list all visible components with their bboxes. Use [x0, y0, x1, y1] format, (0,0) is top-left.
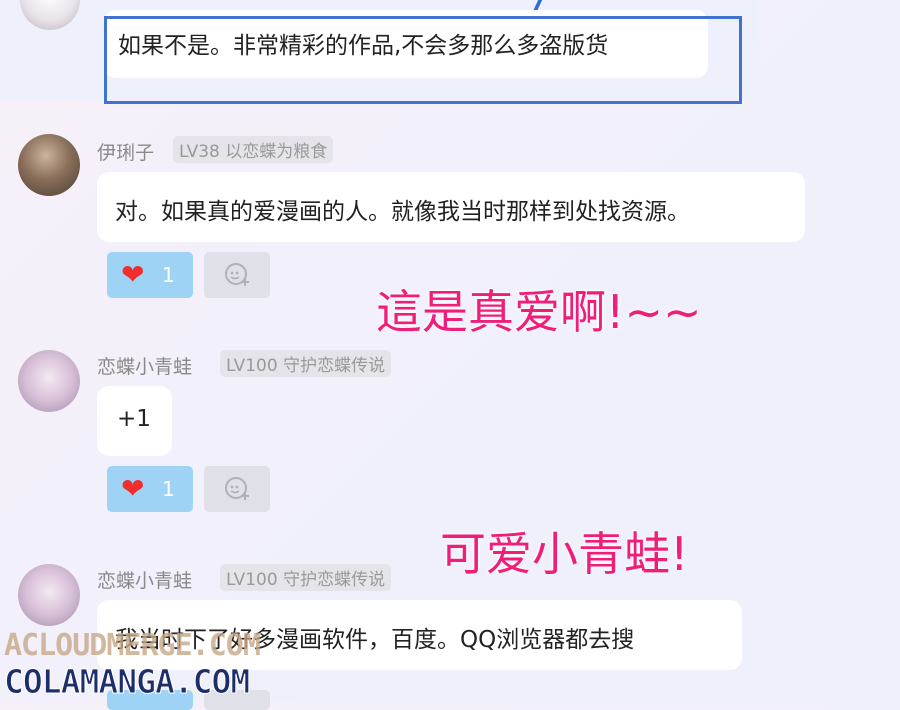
like-count: 1: [162, 477, 175, 501]
reply-button[interactable]: [204, 466, 270, 512]
username[interactable]: 伊琍子: [97, 138, 154, 165]
comment-plus-icon: [225, 477, 249, 500]
annotation-text: 這是真爱啊!~~: [376, 285, 702, 339]
username[interactable]: 恋蝶小青蛙: [97, 352, 192, 379]
annotation-text: 可爱小青蛙!: [440, 527, 689, 581]
comment-text: 对。如果真的爱漫画的人。就像我当时那样到处找资源。: [115, 199, 690, 225]
level-badge: LV100 守护恋蝶传说: [220, 564, 392, 591]
highlight-box: [104, 16, 742, 104]
username[interactable]: 恋蝶小青蛙: [97, 566, 192, 593]
level-badge: LV100 守护恋蝶传说: [220, 350, 392, 377]
avatar[interactable]: [20, 0, 80, 30]
comment-bubble: 对。如果真的爱漫画的人。就像我当时那样到处找资源。: [97, 172, 805, 242]
top-comment-panel: 如果不是。非常精彩的作品,不会多那么多盗版货: [0, 0, 758, 104]
reply-button[interactable]: [204, 252, 270, 298]
comment-plus-icon: [225, 263, 249, 286]
comment-text: +1: [117, 406, 151, 432]
like-count: 1: [162, 263, 175, 287]
avatar[interactable]: [18, 350, 80, 412]
like-button[interactable]: ❤ 1: [107, 252, 193, 298]
heart-icon: ❤: [121, 258, 145, 291]
avatar[interactable]: [18, 134, 80, 196]
comment-bubble: +1: [97, 386, 172, 456]
heart-icon: ❤: [121, 472, 145, 505]
level-badge: LV38 以恋蝶为粮食: [173, 136, 334, 163]
like-button[interactable]: ❤ 1: [107, 466, 193, 512]
avatar[interactable]: [18, 564, 80, 626]
watermark: COLAMANGA.COM: [3, 662, 250, 702]
watermark: ACLOUDMERGE.COM: [4, 628, 261, 663]
